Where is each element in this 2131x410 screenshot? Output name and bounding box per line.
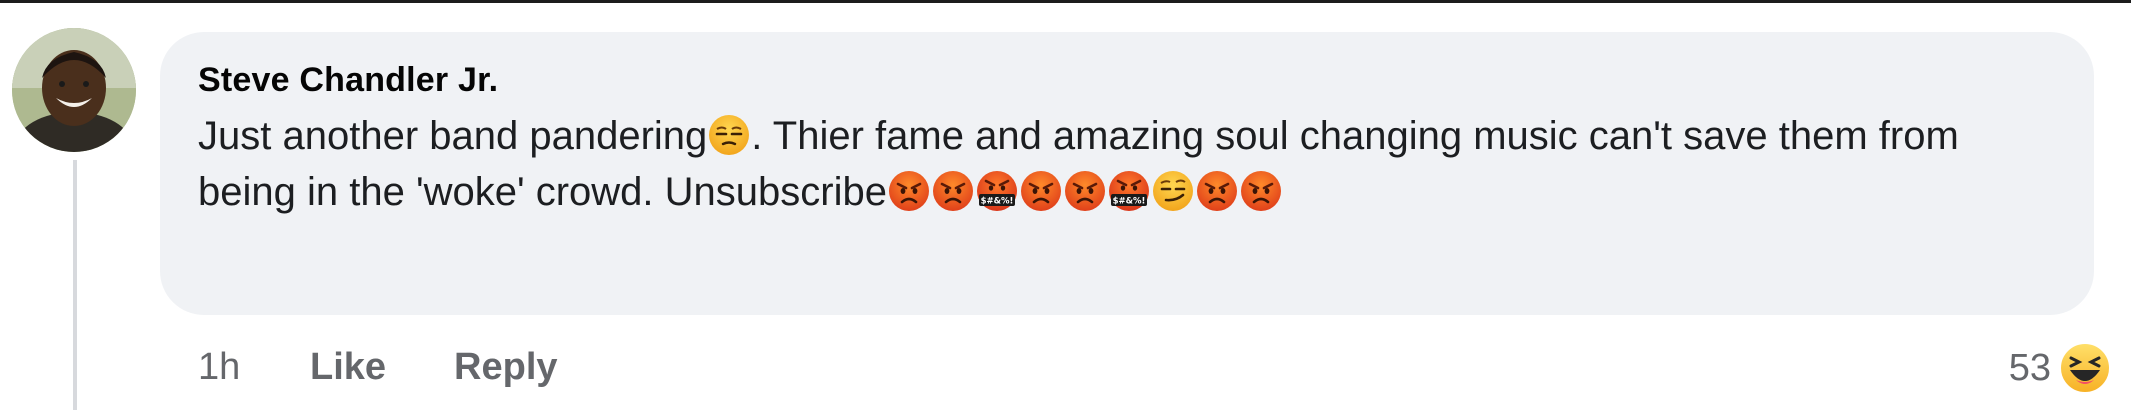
svg-text:$#&%!: $#&%!: [1113, 197, 1146, 207]
comment-timestamp[interactable]: 1h: [198, 346, 310, 389]
angry-face-icon: [1195, 169, 1239, 213]
smirking-face-icon: [1151, 169, 1195, 213]
avatar[interactable]: [12, 28, 136, 152]
unamused-face-icon: [707, 113, 751, 157]
comment-text-segment: Just another band pandering: [198, 114, 708, 158]
haha-reaction-icon: [2059, 342, 2111, 394]
top-divider: [0, 0, 2131, 3]
angry-face-icon: [1239, 169, 1283, 213]
like-button[interactable]: Like: [310, 346, 386, 389]
reaction-summary[interactable]: 53: [2009, 340, 2111, 396]
angry-face-icon: [887, 169, 931, 213]
svg-text:$#&%!: $#&%!: [981, 197, 1014, 207]
comment-bubble: Steve Chandler Jr. Just another band pan…: [160, 32, 2094, 315]
reply-button[interactable]: Reply: [454, 346, 557, 389]
reply-thread-line: [73, 160, 77, 410]
comment-actions: 1h Like Reply: [198, 340, 626, 394]
face-with-symbols-on-mouth-icon: $#&%!: [975, 169, 1019, 213]
angry-face-icon: [1063, 169, 1107, 213]
face-with-symbols-on-mouth-icon: $#&%!: [1107, 169, 1151, 213]
angry-face-icon: [1019, 169, 1063, 213]
reaction-count: 53: [2008, 346, 2051, 389]
comment-text: Just another band pandering. Thier fame …: [198, 108, 1998, 220]
comment-author-name[interactable]: Steve Chandler Jr.: [198, 58, 2058, 102]
angry-face-icon: [931, 169, 975, 213]
